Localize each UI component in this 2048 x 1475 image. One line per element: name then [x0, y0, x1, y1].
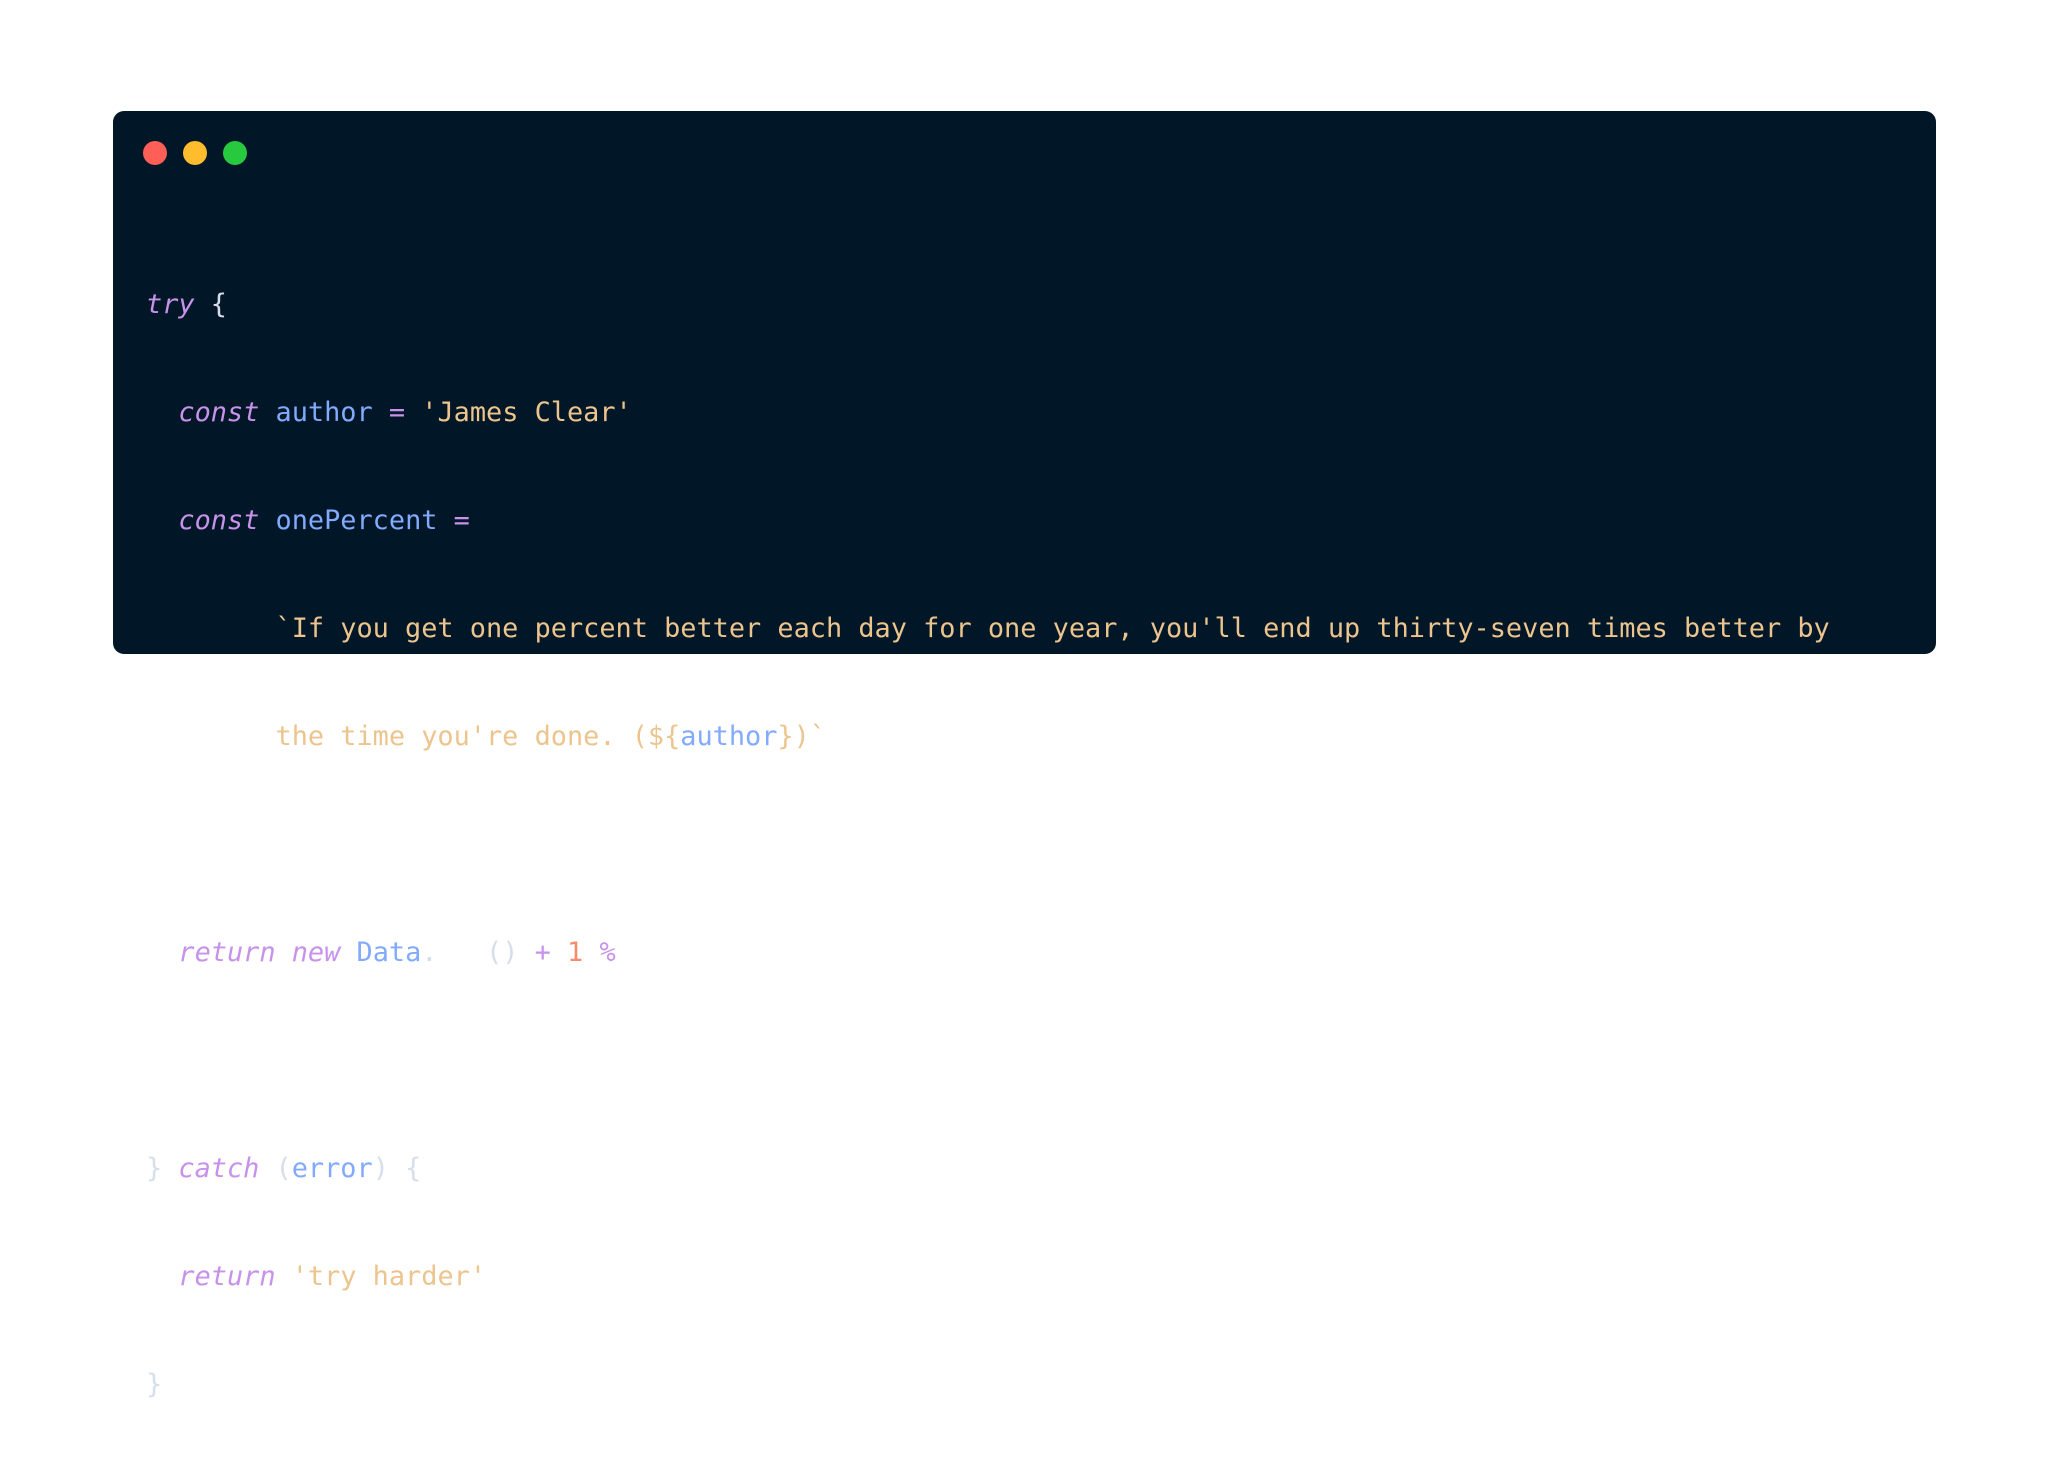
window-controls: [143, 141, 247, 165]
operator: %: [599, 937, 616, 968]
class-name: Data: [356, 937, 422, 968]
operator: =: [372, 397, 422, 428]
code-line: const author = 'James Clear': [146, 395, 1830, 431]
code-line: } catch (error) {: [146, 1151, 1830, 1187]
code-line: `If you get one percent better each day …: [146, 611, 1830, 647]
punctuation: ) {: [372, 1153, 422, 1184]
punctuation: (): [486, 937, 519, 968]
code-line: return 'try harder': [146, 1259, 1830, 1295]
code-block: try { const author = 'James Clear' const…: [146, 215, 1830, 1475]
punctuation: (: [259, 1153, 292, 1184]
code-window: try { const author = 'James Clear' const…: [113, 111, 1936, 1400]
operator: =: [437, 505, 470, 536]
close-icon[interactable]: [143, 141, 167, 165]
variable: author: [680, 721, 778, 752]
variable: author: [275, 397, 373, 428]
interpolation-close: }: [777, 721, 794, 752]
operator: +: [518, 937, 568, 968]
punctuation: .: [421, 937, 438, 968]
template-string: )`: [793, 721, 827, 752]
code-line: }: [146, 1367, 1830, 1403]
keyword: return: [178, 937, 276, 968]
keyword: catch: [178, 1153, 260, 1184]
punctuation: }: [146, 1369, 163, 1400]
number: 1: [567, 937, 584, 968]
function-name: now: [437, 937, 487, 968]
code-line: the time you're done. (${author})`: [146, 719, 1830, 755]
variable: onePercent: [275, 505, 438, 536]
punctuation: {: [194, 289, 227, 320]
keyword: new: [291, 937, 341, 968]
keyword: const: [178, 397, 260, 428]
code-line: try {: [146, 287, 1830, 323]
maximize-icon[interactable]: [223, 141, 247, 165]
template-string: `If you get one percent better each day …: [275, 613, 1830, 644]
string: 'try harder': [291, 1261, 487, 1292]
template-string: the time you're done. (: [275, 721, 648, 752]
interpolation-open: ${: [647, 721, 681, 752]
code-line: return new Data.now() + 1 %: [146, 935, 1830, 971]
variable: error: [291, 1153, 373, 1184]
code-line: const onePercent =: [146, 503, 1830, 539]
minimize-icon[interactable]: [183, 141, 207, 165]
punctuation: }: [146, 1153, 179, 1184]
string: 'James Clear': [421, 397, 632, 428]
keyword: return: [178, 1261, 276, 1292]
keyword: const: [178, 505, 260, 536]
keyword: try: [146, 289, 195, 320]
